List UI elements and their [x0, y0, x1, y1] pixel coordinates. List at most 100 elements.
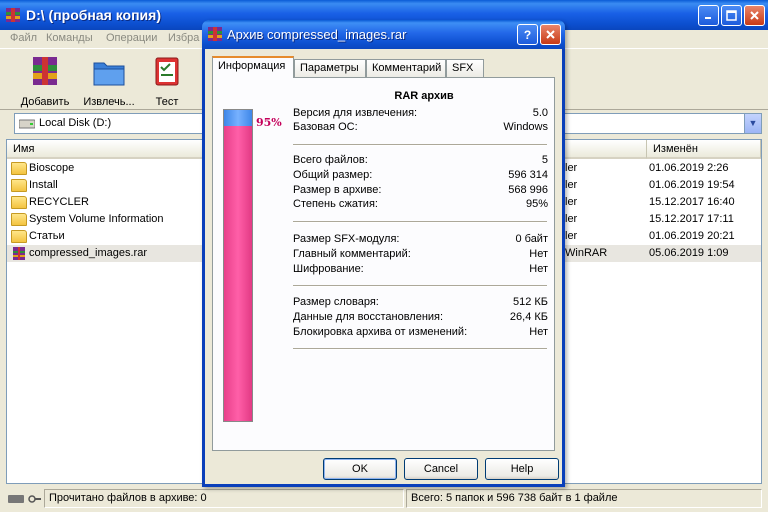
- chevron-down-icon[interactable]: ▼: [744, 114, 761, 133]
- menu-file[interactable]: Файл: [10, 32, 37, 44]
- file-date: 01.06.2019 2:26: [649, 162, 729, 174]
- info-value: Windows: [503, 121, 548, 133]
- file-name: compressed_images.rar: [29, 247, 147, 259]
- status-bar: Прочитано файлов в архиве: 0 Всего: 5 па…: [0, 487, 768, 512]
- folder-icon: [11, 213, 27, 226]
- rar-file-icon: [13, 247, 25, 260]
- close-icon: [546, 30, 555, 39]
- info-value: Нет: [529, 326, 548, 338]
- info-key: Размер словаря:: [293, 296, 379, 308]
- test-button[interactable]: Тест: [136, 53, 198, 108]
- info-key: Общий размер:: [293, 169, 373, 181]
- ratio-bar-remainder: [224, 110, 252, 126]
- column-header-modified[interactable]: Изменён: [647, 140, 761, 159]
- drive-key-icon: [8, 495, 41, 503]
- tab-info[interactable]: Информация: [212, 56, 294, 78]
- info-key: Блокировка архива от изменений:: [293, 326, 468, 338]
- help-button[interactable]: Help: [485, 458, 559, 480]
- info-value: 5: [541, 154, 548, 166]
- file-name: Статьи: [29, 230, 65, 242]
- add-label: Добавить: [20, 96, 70, 108]
- info-value: 0 байт: [515, 233, 548, 245]
- compression-ratio-bar: [223, 109, 253, 422]
- menu-favorites[interactable]: Избра: [168, 32, 199, 44]
- drive-icon: [19, 119, 35, 129]
- info-key: Версия для извлечения:: [293, 107, 418, 119]
- info-key: Главный комментарий:: [293, 248, 411, 260]
- info-row: Данные для восстановления: 26,4 КБ: [293, 311, 548, 325]
- info-row: Размер в архиве: 568 996: [293, 184, 548, 198]
- info-value: 568 996: [508, 184, 548, 196]
- info-key: Размер в архиве:: [293, 184, 382, 196]
- info-value: Нет: [529, 263, 548, 275]
- maximize-button[interactable]: [721, 5, 742, 26]
- winrar-icon: [6, 8, 20, 22]
- divider: [293, 144, 547, 146]
- menu-operations[interactable]: Операции: [106, 32, 157, 44]
- column-header-type[interactable]: [563, 140, 647, 159]
- file-type: ler: [565, 179, 578, 191]
- dialog-titlebar[interactable]: Архив compressed_images.rar ?: [202, 20, 565, 49]
- info-value: 512 КБ: [512, 296, 548, 308]
- add-button[interactable]: Добавить: [14, 53, 76, 108]
- info-value: Нет: [529, 248, 548, 260]
- info-row: Степень сжатия: 95%: [293, 198, 548, 212]
- info-value: 95%: [525, 198, 548, 210]
- ok-button[interactable]: OK: [323, 458, 397, 480]
- tab-sfx[interactable]: SFX: [446, 59, 484, 77]
- help-icon: ?: [523, 27, 532, 42]
- close-icon: [750, 11, 759, 20]
- tab-comment[interactable]: Комментарий: [366, 59, 446, 77]
- file-name: RECYCLER: [29, 196, 89, 208]
- winrar-icon: [208, 27, 222, 41]
- info-value: 596 314: [508, 169, 548, 181]
- info-value: 5.0: [532, 107, 548, 119]
- menu-commands[interactable]: Команды: [46, 32, 93, 44]
- file-type: ler: [565, 196, 578, 208]
- folder-icon: [11, 196, 27, 209]
- file-type: ler: [565, 162, 578, 174]
- info-row: Размер словаря: 512 КБ: [293, 296, 548, 310]
- path-text: Local Disk (D:): [39, 117, 112, 129]
- info-panel: 95% RAR архив Версия для извлечения: 5.0 …: [212, 77, 555, 451]
- info-row: Шифрование: Нет: [293, 263, 548, 277]
- extract-button[interactable]: Извлечь...: [78, 53, 140, 108]
- info-row: Размер SFX-модуля: 0 байт: [293, 233, 548, 247]
- archive-info-dialog: Архив compressed_images.rar ? Информация…: [202, 20, 565, 487]
- info-row: Блокировка архива от изменений: Нет: [293, 326, 548, 340]
- divider: [293, 285, 547, 287]
- dialog-close-button[interactable]: [540, 24, 561, 45]
- info-key: Размер SFX-модуля:: [293, 233, 400, 245]
- add-archive-icon: [33, 57, 57, 85]
- test-label: Тест: [155, 96, 179, 108]
- file-name: Install: [29, 179, 58, 191]
- help-title-button[interactable]: ?: [517, 24, 538, 45]
- file-type: WinRAR: [565, 247, 608, 259]
- info-key: Всего файлов:: [293, 154, 368, 166]
- maximize-icon: [726, 10, 737, 21]
- folder-icon: [11, 230, 27, 243]
- info-row: Версия для извлечения: 5.0: [293, 107, 548, 121]
- minimize-button[interactable]: [698, 5, 719, 26]
- info-row: Базовая ОС: Windows: [293, 121, 548, 135]
- close-button[interactable]: [744, 5, 765, 26]
- file-type: ler: [565, 230, 578, 242]
- info-key: Данные для восстановления:: [293, 311, 444, 323]
- info-row: Общий размер: 596 314: [293, 169, 548, 183]
- file-date: 05.06.2019 1:09: [649, 247, 729, 259]
- file-date: 15.12.2017 17:11: [649, 213, 734, 225]
- tab-parameters[interactable]: Параметры: [294, 59, 366, 77]
- test-clipboard-icon: [155, 57, 179, 86]
- extract-label: Извлечь...: [83, 96, 135, 108]
- cancel-button[interactable]: Cancel: [404, 458, 478, 480]
- file-name: Bioscope: [29, 162, 75, 174]
- file-type: ler: [565, 213, 578, 225]
- window-title: D:\ (пробная копия): [26, 7, 161, 23]
- divider: [293, 348, 547, 350]
- file-date: 01.06.2019 20:21: [649, 230, 735, 242]
- folder-icon: [11, 162, 27, 175]
- dialog-title: Архив compressed_images.rar: [227, 27, 407, 42]
- ratio-bar-fill: [224, 125, 252, 421]
- file-date: 01.06.2019 19:54: [649, 179, 735, 191]
- folder-icon: [11, 179, 27, 192]
